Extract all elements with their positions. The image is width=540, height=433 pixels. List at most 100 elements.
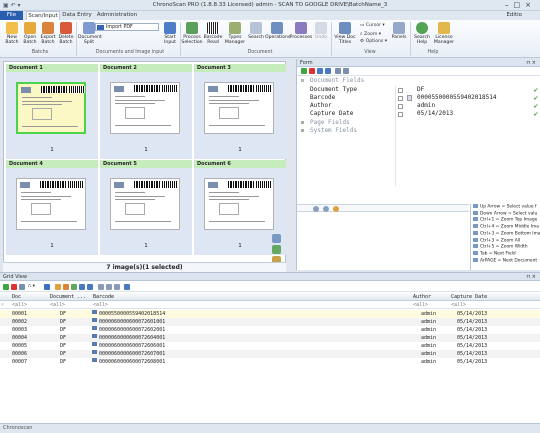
table-row[interactable]: 00006 DF 0000060000600072607001 admin 05/14/… <box>0 350 540 358</box>
field-checkbox[interactable] <box>398 112 403 117</box>
search-button[interactable]: Search <box>247 22 265 40</box>
filter-icon[interactable] <box>343 68 349 74</box>
field-checkbox[interactable] <box>398 104 403 109</box>
page-thumbnail[interactable] <box>204 178 274 230</box>
document-thumbnail[interactable]: Document 1 1 <box>6 64 98 159</box>
previous-icon[interactable] <box>323 206 329 212</box>
export-batch-button[interactable]: Export Batch <box>39 22 57 45</box>
column-capture-date[interactable]: Capture Date <box>451 293 487 301</box>
shortcut-item[interactable]: Ctrl+3 = Zoom Bottom Ima <box>473 231 540 238</box>
filter-toggle[interactable]: ⎍ ▾ <box>28 283 35 289</box>
barcode-read-button[interactable]: Barcode Read <box>203 22 223 45</box>
field-author[interactable]: Author admin ✔ <box>299 102 539 110</box>
move-up-icon[interactable] <box>317 68 323 74</box>
column-document-type[interactable]: Document ... <box>50 293 86 301</box>
table-row[interactable]: 00001 DF 000055000055940201851​4 admin 05/14… <box>0 310 540 318</box>
add-icon[interactable] <box>301 68 307 74</box>
cursor-option[interactable]: ▭ Cursor ▾ <box>360 23 385 28</box>
zoom-option[interactable]: ⌕ Zoom ▾ <box>360 31 381 37</box>
delete-batch-button[interactable]: Delete Batch <box>57 22 75 45</box>
shortcut-item[interactable]: Ctrl+3 = Zoom All <box>473 238 540 245</box>
operations-button[interactable]: Operations <box>265 22 290 40</box>
filter-barcode[interactable]: <all> <box>93 301 108 309</box>
license-manager-button[interactable]: License Manager <box>432 22 456 45</box>
page-thumbnail[interactable] <box>16 82 86 134</box>
document-thumbnail[interactable]: Document 4 1 <box>6 160 98 255</box>
view-doc-titles-button[interactable]: View Doc Titles <box>333 22 357 45</box>
page-thumbnail[interactable] <box>110 178 180 230</box>
barcode-dropdown-icon[interactable] <box>407 95 412 101</box>
page-thumbnail[interactable] <box>204 82 274 134</box>
table-row[interactable]: 00007 DF 0000060000600072608001 admin 05/14/… <box>0 358 540 366</box>
filter-author[interactable]: <all> <box>413 301 428 309</box>
column-doc[interactable]: Doc <box>12 293 21 301</box>
first-icon[interactable] <box>313 206 319 212</box>
barcode-value[interactable]: 00005500005594020185​14 <box>417 94 496 102</box>
field-checkbox[interactable] <box>398 88 403 93</box>
check-all-icon[interactable] <box>71 284 77 290</box>
capture-date-value[interactable]: 05/14/2013 <box>417 110 453 118</box>
shortcut-item[interactable]: Ctrl+5 = Zoom Width <box>473 244 540 251</box>
columns-icon[interactable] <box>19 284 25 290</box>
refresh-grid-icon[interactable] <box>3 284 9 290</box>
filter-capture-date[interactable]: <all> <box>451 301 466 309</box>
shortcut-item[interactable]: Down Arrow = Select valu <box>473 211 540 218</box>
delete-row-icon[interactable] <box>11 284 17 290</box>
window-controls[interactable]: –□× <box>505 1 536 9</box>
document-thumbnail[interactable]: Document 5 1 <box>100 160 192 255</box>
refresh-icon[interactable] <box>271 245 281 254</box>
shortcut-item[interactable]: Ctrl+1 = Zoom Top Image <box>473 217 540 224</box>
export-icon[interactable] <box>63 284 69 290</box>
panels-button[interactable]: Panels <box>390 22 408 40</box>
table-row[interactable]: 00004 DF 0000060000600072604001 admin 05/14/… <box>0 334 540 342</box>
pin-icon[interactable]: ⊓ × <box>526 273 536 281</box>
options-option[interactable]: ⚙ Options ▾ <box>360 39 387 44</box>
types-manager-button[interactable]: Types Manager <box>223 22 247 45</box>
edition-label[interactable]: Editio <box>506 12 522 18</box>
section-page-fields[interactable]: ⊞ Page Fields <box>299 119 539 127</box>
section-document-fields[interactable]: ⊟ Document Fields <box>299 77 539 85</box>
tab-administration[interactable]: Administration <box>96 11 138 20</box>
shortcut-item[interactable]: Up Arrow = Select value f <box>473 204 540 211</box>
down-icon[interactable] <box>87 284 93 290</box>
tab-scan-input[interactable]: Scan/Input <box>26 11 60 20</box>
page-thumbnail[interactable] <box>16 178 86 230</box>
delete-icon[interactable] <box>309 68 315 74</box>
start-input-button[interactable]: Start Input <box>161 22 179 45</box>
undo-button[interactable]: Undo <box>313 22 329 40</box>
tab-data-entry[interactable]: Data Entry <box>62 11 92 20</box>
up-icon[interactable] <box>79 284 85 290</box>
grid-options-icon[interactable] <box>98 284 104 290</box>
document-type-value[interactable]: DF <box>417 86 424 94</box>
column-barcode[interactable]: Barcode <box>93 293 114 301</box>
table-row[interactable]: 00002 DF 0000060000600072601001 admin 05/14/… <box>0 318 540 326</box>
filter-document-type[interactable]: <all> <box>50 301 65 309</box>
field-capture-date[interactable]: Capture Date 05/14/2013 ✔ <box>299 110 539 118</box>
field-barcode[interactable]: Barcode 00005500005594020185​14 ✔ <box>299 94 539 102</box>
field-checkbox[interactable] <box>398 96 403 101</box>
excel-icon[interactable] <box>44 284 50 290</box>
search-help-button[interactable]: Search Help <box>412 22 432 45</box>
lock-icon[interactable] <box>55 284 61 290</box>
group-icon[interactable] <box>106 284 112 290</box>
table-row[interactable]: 00005 DF 0000060000600072606001 admin 05/14/… <box>0 342 540 350</box>
column-author[interactable]: Author <box>413 293 431 301</box>
filter-doc[interactable]: <all> <box>12 301 27 309</box>
new-batch-button[interactable]: New Batch <box>3 22 21 45</box>
section-system-fields[interactable]: ⊞ System Fields <box>299 127 539 135</box>
move-down-icon[interactable] <box>325 68 331 74</box>
document-thumbnail[interactable]: Document 2 1 <box>100 64 192 159</box>
tab-file[interactable]: File <box>0 11 23 20</box>
shortcut-item[interactable]: ArPAGE = Next Document <box>473 258 540 265</box>
shortcut-item[interactable]: Ctrl+4 = Zoom Middle Ima <box>473 224 540 231</box>
sort-icon[interactable] <box>335 68 341 74</box>
table-row[interactable]: 00003 DF 0000060000600072602001 admin 05/14/… <box>0 326 540 334</box>
rotate-icon[interactable] <box>271 234 281 243</box>
shortcut-item[interactable]: Tab = Next Field <box>473 251 540 258</box>
author-value[interactable]: admin <box>417 102 435 110</box>
processes-button[interactable]: Processes <box>289 22 313 40</box>
zoom-icon[interactable] <box>333 206 339 212</box>
process-selection-button[interactable]: Process Selection <box>181 22 203 45</box>
search-grid-icon[interactable] <box>114 284 120 290</box>
open-batch-button[interactable]: Open Batch <box>21 22 39 45</box>
